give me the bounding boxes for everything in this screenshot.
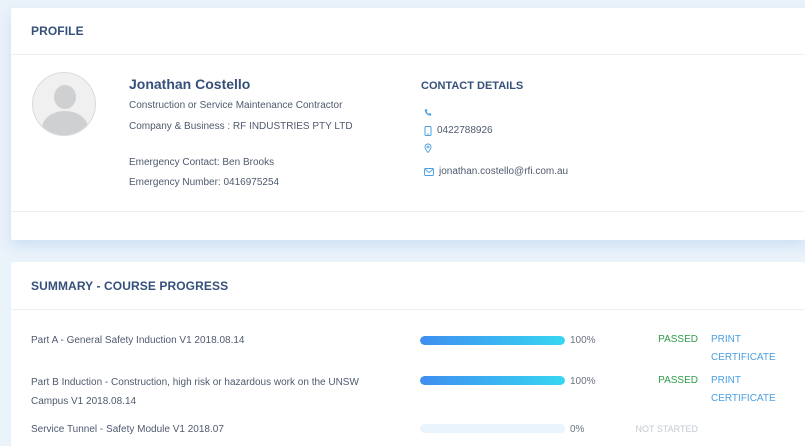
emergency-number: Emergency Number: 0416975254	[129, 177, 280, 188]
contact-address-row	[424, 143, 437, 153]
status-badge: PASSED	[658, 375, 698, 386]
profile-card: PROFILE Jonathan Costello Construction o…	[11, 8, 805, 240]
status-badge: PASSED	[658, 334, 698, 345]
contact-mobile-row: 0422788926	[424, 125, 493, 136]
contact-email[interactable]: jonathan.costello@rfi.com.au	[439, 166, 568, 177]
contact-email-row: jonathan.costello@rfi.com.au	[424, 166, 568, 177]
progress-bar-fill	[420, 376, 565, 385]
emergency-contact: Emergency Contact: Ben Brooks	[129, 157, 275, 168]
profile-company: Company & Business : RF INDUSTRIES PTY L…	[129, 121, 353, 132]
progress-percent: 100%	[570, 335, 596, 346]
contact-phone-row	[424, 108, 437, 117]
course-name: Part B Induction - Construction, high ri…	[31, 377, 359, 407]
contact-details-title: CONTACT DETAILS	[421, 80, 524, 92]
avatar	[32, 72, 96, 136]
contact-mobile: 0422788926	[437, 125, 493, 136]
phone-icon	[424, 109, 432, 116]
print-certificate-link[interactable]: PRINT CERTIFICATE	[711, 331, 791, 367]
profile-header: PROFILE	[11, 8, 805, 55]
profile-name: Jonathan Costello	[129, 76, 251, 92]
progress-percent: 100%	[570, 376, 596, 387]
progress-bar	[420, 336, 565, 345]
course-name: Part A - General Safety Induction V1 201…	[31, 335, 245, 346]
progress-percent: 0%	[570, 424, 585, 435]
progress-bar-fill	[420, 336, 565, 345]
course-name: Service Tunnel - Safety Module V1 2018.0…	[31, 424, 224, 435]
course-progress-card: SUMMARY - COURSE PROGRESS Part A - Gener…	[11, 262, 805, 446]
profile-role: Construction or Service Maintenance Cont…	[129, 100, 343, 111]
location-icon	[424, 143, 432, 153]
profile-divider	[11, 211, 805, 212]
print-certificate-link[interactable]: PRINT CERTIFICATE	[711, 372, 791, 408]
progress-bar	[420, 376, 565, 385]
email-icon	[424, 167, 434, 176]
status-badge: NOT STARTED	[635, 424, 698, 434]
course-progress-header: SUMMARY - COURSE PROGRESS	[11, 262, 805, 310]
progress-bar	[420, 424, 565, 433]
mobile-icon	[424, 125, 432, 136]
